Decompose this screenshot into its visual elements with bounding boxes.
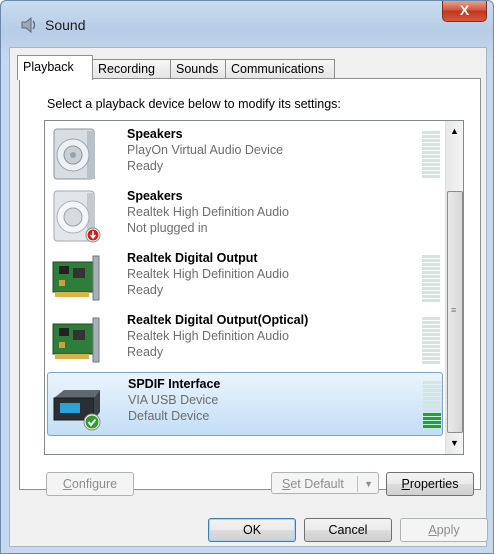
device-item[interactable]: Realtek Digital Output Realtek High Defi… bbox=[47, 247, 443, 309]
tab-communications[interactable]: Communications bbox=[225, 59, 335, 79]
accelerator-key: C bbox=[62, 477, 72, 491]
scroll-up-button[interactable]: ▲ bbox=[446, 123, 463, 140]
close-button[interactable]: X bbox=[442, 1, 487, 22]
sound-card-icon bbox=[52, 317, 100, 363]
tab-playback[interactable]: Playback bbox=[17, 55, 93, 80]
device-description: Realtek High Definition Audio bbox=[127, 205, 289, 219]
device-name: Speakers bbox=[127, 127, 183, 141]
cancel-button[interactable]: Cancel bbox=[304, 518, 392, 542]
usb-audio-device-default-icon bbox=[53, 390, 101, 431]
device-description: PlayOn Virtual Audio Device bbox=[127, 143, 284, 157]
button-label: onfigure bbox=[71, 477, 118, 491]
dropdown-arrow-icon[interactable]: ▼ bbox=[364, 473, 373, 495]
speaker-unplugged-icon bbox=[53, 190, 101, 243]
device-name: Speakers bbox=[127, 189, 183, 203]
volume-meter-active bbox=[423, 381, 441, 429]
close-icon: X bbox=[459, 2, 470, 18]
device-status: Not plugged in bbox=[127, 221, 208, 235]
tab-recording[interactable]: Recording bbox=[92, 59, 171, 79]
speaker-icon bbox=[53, 128, 95, 180]
device-status: Ready bbox=[127, 345, 164, 359]
button-label: OK bbox=[242, 523, 262, 537]
playback-device-list[interactable]: Speakers PlayOn Virtual Audio Device Rea… bbox=[44, 120, 464, 455]
device-item-selected[interactable]: SPDIF Interface VIA USB Device Default D… bbox=[47, 372, 443, 436]
device-name: SPDIF Interface bbox=[128, 377, 221, 391]
device-item[interactable]: Realtek Digital Output(Optical) Realtek … bbox=[47, 309, 443, 371]
playback-panel: Select a playback device below to modify… bbox=[19, 78, 481, 496]
instruction-text: Select a playback device below to modify… bbox=[47, 97, 341, 111]
accelerator-key: A bbox=[428, 523, 437, 537]
chevron-down-icon: ▼ bbox=[450, 438, 459, 448]
properties-button[interactable]: Properties bbox=[386, 472, 474, 496]
set-default-button[interactable]: Set Default ▼ bbox=[271, 472, 379, 494]
volume-meter bbox=[422, 317, 440, 365]
grip-icon: ≡ bbox=[451, 305, 457, 315]
chevron-up-icon: ▲ bbox=[450, 126, 459, 136]
button-label: pply bbox=[436, 523, 460, 537]
scroll-thumb[interactable]: ≡ bbox=[447, 191, 463, 433]
device-status: Default Device bbox=[128, 409, 210, 423]
button-label: roperties bbox=[409, 477, 459, 491]
sound-icon bbox=[21, 16, 36, 34]
tab-label: Playback bbox=[23, 60, 74, 74]
title-bar[interactable]: Sound X bbox=[1, 1, 493, 47]
device-description: Realtek High Definition Audio bbox=[127, 329, 289, 343]
tab-label: Communications bbox=[231, 62, 325, 76]
device-item[interactable]: Speakers PlayOn Virtual Audio Device Rea… bbox=[47, 123, 443, 185]
device-item[interactable]: Speakers Realtek High Definition Audio N… bbox=[47, 185, 443, 247]
sound-card-icon bbox=[52, 255, 100, 301]
configure-button[interactable]: Configure bbox=[46, 472, 134, 496]
device-description: VIA USB Device bbox=[128, 393, 219, 407]
tab-label: Sounds bbox=[176, 62, 219, 76]
device-status: Ready bbox=[127, 283, 164, 297]
tab-label: Recording bbox=[98, 62, 155, 76]
device-status: Ready bbox=[127, 159, 164, 173]
ok-button[interactable]: OK bbox=[208, 518, 296, 542]
device-list-scrollbar[interactable]: ▲ ≡ ▼ bbox=[445, 121, 463, 454]
apply-button[interactable]: Apply bbox=[400, 518, 488, 542]
device-description: Realtek High Definition Audio bbox=[127, 267, 289, 281]
device-name: Realtek Digital Output bbox=[127, 251, 258, 265]
accelerator-key: P bbox=[401, 477, 410, 491]
device-name: Realtek Digital Output(Optical) bbox=[127, 313, 309, 327]
tab-sounds[interactable]: Sounds bbox=[170, 59, 229, 79]
split-divider bbox=[357, 476, 358, 492]
volume-meter bbox=[422, 255, 440, 303]
volume-meter bbox=[422, 131, 440, 179]
window-title: Sound bbox=[45, 17, 86, 33]
sound-dialog: Sound X Playback Recording Sounds Commun… bbox=[0, 0, 494, 554]
button-label: Cancel bbox=[328, 523, 368, 537]
scroll-down-button[interactable]: ▼ bbox=[446, 435, 463, 452]
button-label: et Default bbox=[290, 477, 344, 491]
